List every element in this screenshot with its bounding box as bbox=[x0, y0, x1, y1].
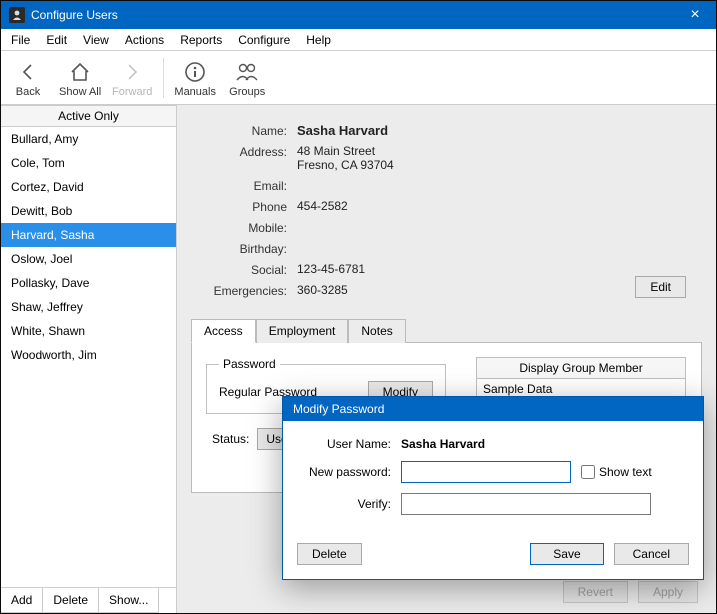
back-button[interactable]: Back bbox=[7, 58, 49, 98]
dialog-title: Modify Password bbox=[283, 397, 703, 421]
user-row[interactable]: Cortez, David bbox=[1, 175, 176, 199]
chevron-right-icon bbox=[124, 58, 140, 86]
tab-access[interactable]: Access bbox=[191, 319, 256, 343]
menu-configure[interactable]: Configure bbox=[230, 31, 298, 49]
user-row[interactable]: Dewitt, Bob bbox=[1, 199, 176, 223]
menu-file[interactable]: File bbox=[3, 31, 38, 49]
add-button[interactable]: Add bbox=[1, 588, 43, 613]
toolbar-separator bbox=[163, 58, 164, 98]
manuals-button[interactable]: Manuals bbox=[174, 58, 216, 98]
dlg-username-label: User Name: bbox=[301, 437, 401, 451]
groups-button[interactable]: Groups bbox=[226, 58, 268, 98]
label-phone: Phone bbox=[197, 199, 297, 214]
menu-help[interactable]: Help bbox=[298, 31, 339, 49]
display-group-header: Display Group Member bbox=[477, 358, 685, 379]
password-legend: Password bbox=[219, 357, 280, 371]
label-emergencies: Emergencies: bbox=[197, 283, 297, 298]
user-row[interactable]: Oslow, Joel bbox=[1, 247, 176, 271]
sidebar-header[interactable]: Active Only bbox=[1, 105, 176, 127]
delete-button[interactable]: Delete bbox=[43, 588, 99, 613]
dlg-save-button[interactable]: Save bbox=[530, 543, 603, 565]
verify-password-input[interactable] bbox=[401, 493, 651, 515]
display-group-box: Display Group Member Sample Data bbox=[476, 357, 686, 400]
user-row[interactable]: Woodworth, Jim bbox=[1, 343, 176, 367]
tab-notes[interactable]: Notes bbox=[348, 319, 405, 343]
label-mobile: Mobile: bbox=[197, 220, 297, 235]
content-footer: Revert Apply bbox=[563, 581, 698, 603]
menu-edit[interactable]: Edit bbox=[38, 31, 75, 49]
menu-actions[interactable]: Actions bbox=[117, 31, 172, 49]
show-button[interactable]: Show... bbox=[99, 588, 159, 613]
user-row[interactable]: Harvard, Sasha bbox=[1, 223, 176, 247]
apply-button: Apply bbox=[638, 581, 698, 603]
forward-button: Forward bbox=[111, 58, 153, 98]
menu-reports[interactable]: Reports bbox=[172, 31, 230, 49]
label-birthday: Birthday: bbox=[197, 241, 297, 256]
user-row[interactable]: White, Shawn bbox=[1, 319, 176, 343]
user-row[interactable]: Pollasky, Dave bbox=[1, 271, 176, 295]
label-name: Name: bbox=[197, 123, 297, 138]
menu-view[interactable]: View bbox=[75, 31, 117, 49]
dlg-cancel-button[interactable]: Cancel bbox=[614, 543, 689, 565]
dlg-username-value: Sasha Harvard bbox=[401, 437, 485, 451]
toolbar: Back Show All Forward Manuals Groups bbox=[1, 51, 716, 105]
label-email: Email: bbox=[197, 178, 297, 193]
value-social: 123-45-6781 bbox=[297, 262, 696, 276]
dlg-newpass-label: New password: bbox=[301, 465, 401, 479]
revert-button: Revert bbox=[563, 581, 628, 603]
tab-employment[interactable]: Employment bbox=[256, 319, 349, 343]
label-social: Social: bbox=[197, 262, 297, 277]
menubar: File Edit View Actions Reports Configure… bbox=[1, 29, 716, 51]
info-icon bbox=[184, 58, 206, 86]
status-label: Status: bbox=[212, 432, 249, 446]
app-icon bbox=[9, 7, 25, 23]
user-list: Bullard, AmyCole, TomCortez, DavidDewitt… bbox=[1, 127, 176, 587]
sidebar-footer: Add Delete Show... bbox=[1, 587, 176, 613]
value-emergencies: 360-3285 bbox=[297, 283, 696, 297]
titlebar: Configure Users × bbox=[1, 1, 716, 29]
value-name: Sasha Harvard bbox=[297, 123, 696, 138]
user-row[interactable]: Bullard, Amy bbox=[1, 127, 176, 151]
sidebar: Active Only Bullard, AmyCole, TomCortez,… bbox=[1, 105, 177, 613]
chevron-left-icon bbox=[20, 58, 36, 86]
user-row[interactable]: Shaw, Jeffrey bbox=[1, 295, 176, 319]
new-password-input[interactable] bbox=[401, 461, 571, 483]
show-text-checkbox[interactable]: Show text bbox=[581, 465, 652, 479]
user-row[interactable]: Cole, Tom bbox=[1, 151, 176, 175]
value-address: 48 Main StreetFresno, CA 93704 bbox=[297, 144, 696, 172]
show-text-checkbox-input[interactable] bbox=[581, 465, 595, 479]
label-address: Address: bbox=[197, 144, 297, 159]
dlg-delete-button[interactable]: Delete bbox=[297, 543, 362, 565]
close-icon[interactable]: × bbox=[682, 6, 708, 24]
modify-password-dialog: Modify Password User Name: Sasha Harvard… bbox=[282, 396, 704, 580]
show-text-label: Show text bbox=[599, 465, 652, 479]
tab-strip: Access Employment Notes bbox=[191, 318, 702, 343]
show-all-button[interactable]: Show All bbox=[59, 58, 101, 98]
user-details: Name:Sasha Harvard Address:48 Main Stree… bbox=[191, 119, 702, 312]
value-phone: 454-2582 bbox=[297, 199, 696, 213]
window-title: Configure Users bbox=[31, 8, 682, 22]
users-icon bbox=[234, 58, 260, 86]
home-icon bbox=[68, 58, 92, 86]
dlg-verify-label: Verify: bbox=[301, 497, 401, 511]
